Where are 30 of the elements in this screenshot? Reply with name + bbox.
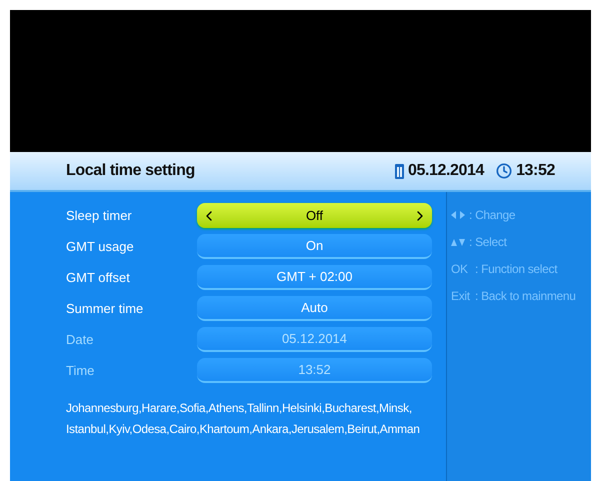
setting-label: Date bbox=[66, 330, 94, 349]
header-time: 13:52 bbox=[516, 161, 555, 181]
setting-value-field[interactable]: On bbox=[197, 234, 432, 259]
calendar-icon bbox=[394, 163, 404, 179]
help-action: : Change bbox=[469, 207, 516, 224]
setting-label: Sleep timer bbox=[66, 206, 133, 225]
setting-value: 05.12.2014 bbox=[280, 330, 348, 348]
setting-value-field[interactable]: GMT + 02:00 bbox=[197, 265, 432, 290]
setting-value-field[interactable]: Off bbox=[197, 203, 432, 228]
setting-label: Time bbox=[66, 362, 96, 380]
setting-value-field[interactable]: Auto bbox=[197, 296, 432, 321]
setting-label: GMT usage bbox=[66, 238, 135, 256]
setting-value: Off bbox=[304, 206, 324, 225]
clock-icon bbox=[496, 163, 512, 179]
setting-label: Summer time bbox=[66, 300, 144, 318]
key-label: Exit bbox=[451, 288, 471, 305]
setting-value: Auto bbox=[300, 298, 329, 317]
header-date: 05.12.2014 bbox=[408, 161, 484, 181]
up-down-arrows-icon bbox=[451, 238, 465, 246]
window-title: Local time setting bbox=[66, 161, 195, 181]
help-action: : Function select bbox=[475, 261, 558, 278]
setting-label: GMT offset bbox=[66, 268, 131, 287]
setting-value: 13:52 bbox=[297, 360, 332, 379]
key-label: OK bbox=[451, 261, 469, 278]
city-list: Johannesburg,Harare,Sofia,Athens,Tallinn,Helsinki,Bucharest,Minsk,Istanbul,Kyiv,Odesa,Cairo,Khartoum,Ankara,Jerusalem,Beirut,Amman bbox=[66, 398, 438, 440]
setting-value: GMT + 02:00 bbox=[276, 268, 354, 286]
help-action: : Select bbox=[469, 234, 507, 251]
left-right-arrows-icon bbox=[451, 211, 465, 219]
help-action: : Back to mainmenu bbox=[475, 288, 576, 305]
setting-value: On bbox=[304, 236, 324, 255]
